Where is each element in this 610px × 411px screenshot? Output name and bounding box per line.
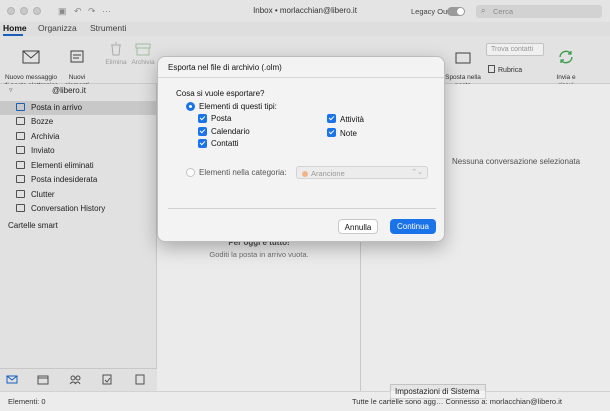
title-bar: ▣ ↶ ↷ ⋯ Inbox • morlacchian@libero.it Le… <box>0 0 610 22</box>
checkbox-note[interactable] <box>327 128 336 137</box>
dialog-title: Esporta nel file di archivio (.olm) <box>168 63 282 72</box>
checkbox-posta[interactable] <box>198 114 207 123</box>
dialog-footer-divider <box>168 208 436 209</box>
search-input[interactable]: ⌕ Cerca <box>476 5 602 18</box>
radio-item-types-label[interactable]: Elementi di questi tipi: <box>199 102 277 111</box>
radio-category[interactable] <box>186 168 195 177</box>
continue-button[interactable]: Continua <box>390 219 436 234</box>
category-select[interactable]: Arancione ⌃⌄ <box>296 166 428 179</box>
dialog-divider <box>158 77 444 78</box>
checkbox-attivita-label[interactable]: Attività <box>340 115 364 124</box>
checkbox-attivita[interactable] <box>327 114 336 123</box>
checkbox-calendario-label[interactable]: Calendario <box>211 127 250 136</box>
search-icon: ⌕ <box>481 6 486 15</box>
checkbox-note-label[interactable]: Note <box>340 129 357 138</box>
items-count: Elementi: 0 <box>8 397 46 406</box>
category-select-value: Arancione <box>311 169 345 178</box>
checkbox-contatti[interactable] <box>198 139 207 148</box>
radio-category-label[interactable]: Elementi nella categoria: <box>199 168 287 177</box>
category-color-dot <box>302 171 308 177</box>
window-title: Inbox • morlacchian@libero.it <box>253 6 357 15</box>
legacy-outlook-toggle[interactable] <box>447 7 465 16</box>
cancel-button[interactable]: Annulla <box>338 219 378 234</box>
checkbox-posta-label[interactable]: Posta <box>211 114 231 123</box>
export-question: Cosa si vuole esportare? <box>176 89 265 98</box>
search-placeholder: Cerca <box>493 7 514 16</box>
status-bar: Elementi: 0 Tutte le cartelle sono agg… … <box>0 391 610 411</box>
checkbox-contatti-label[interactable]: Contatti <box>211 139 239 148</box>
chevron-updown-icon: ⌃⌄ <box>411 169 423 176</box>
checkbox-calendario[interactable] <box>198 127 207 136</box>
export-archive-dialog: Esporta nel file di archivio (.olm) Cosa… <box>157 56 445 242</box>
radio-item-types[interactable] <box>186 102 195 111</box>
